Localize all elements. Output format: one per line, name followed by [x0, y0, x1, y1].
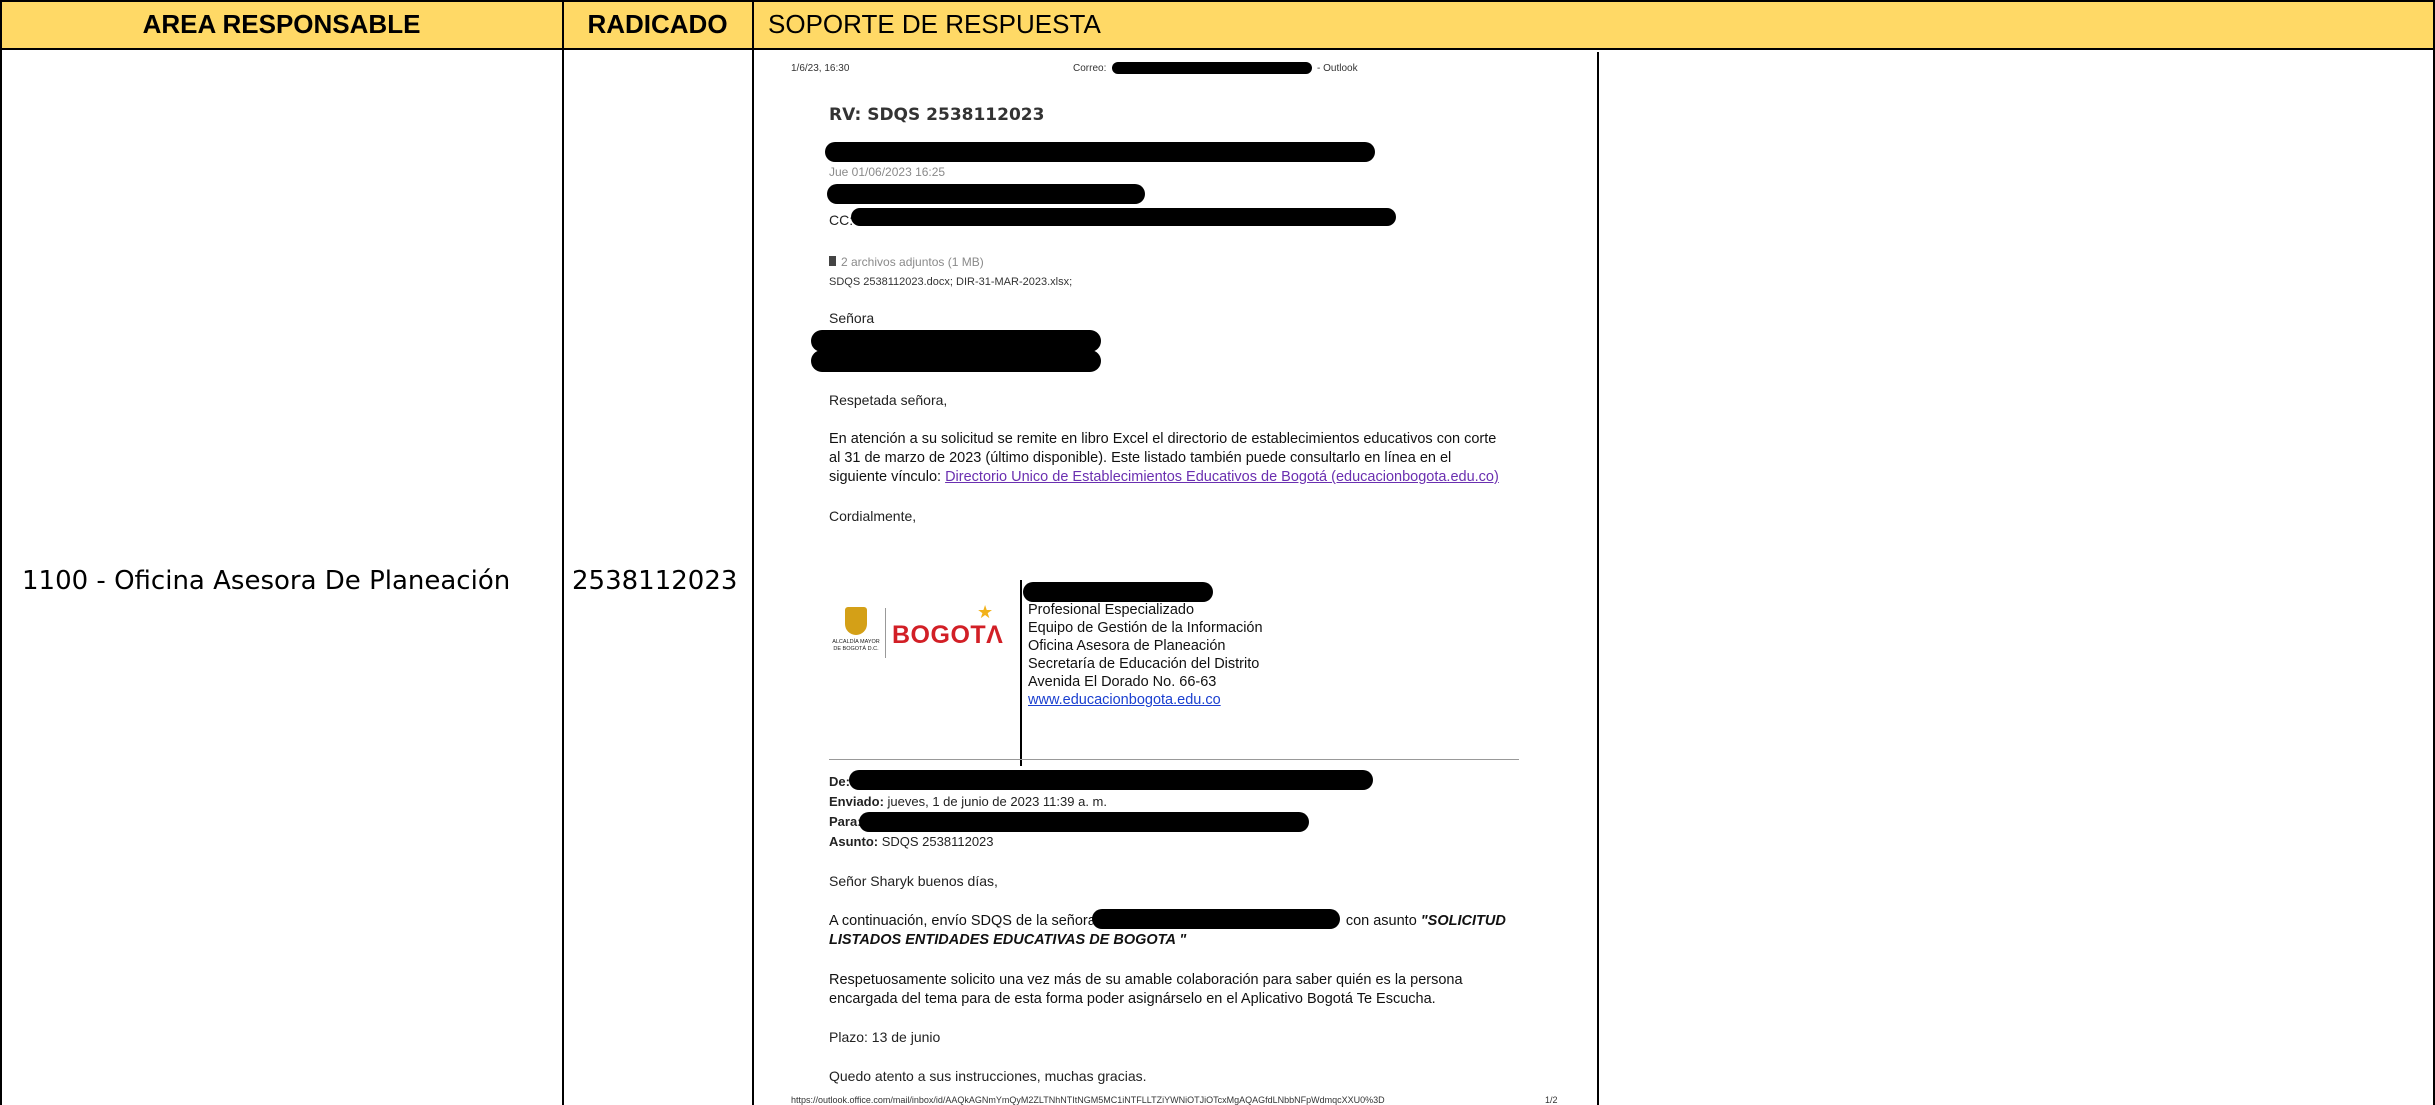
paperclip-icon: [829, 256, 836, 266]
email-subject: RV: SDQS 2538112023: [829, 105, 1045, 125]
grid-line-v1: [562, 0, 564, 1105]
fwd-p2-line1: Respetuosamente solicito una vez más de …: [829, 972, 1463, 988]
greeting: Respetada señora,: [829, 392, 948, 408]
header-soporte[interactable]: SOPORTE DE RESPUESTA: [752, 0, 2435, 50]
cc-label: CC:: [829, 212, 854, 228]
header-area-responsable[interactable]: AREA RESPONSABLE: [0, 0, 563, 50]
star-icon: ★: [977, 602, 994, 622]
redaction: [825, 142, 1375, 162]
response-document-image[interactable]: 1/6/23, 16:30 Correo: - Outlook RV: SDQS…: [755, 52, 1599, 1105]
redaction: [1112, 62, 1312, 74]
cell-radicado[interactable]: 2538112023: [572, 566, 737, 596]
correo-label: Correo:: [1073, 63, 1107, 74]
redaction: [859, 812, 1309, 832]
body-line-1: En atención a su solicitud se remite en …: [829, 431, 1497, 447]
outlook-label: - Outlook: [1317, 63, 1358, 74]
fwd-plazo: Plazo: 13 de junio: [829, 1029, 941, 1045]
grid-line-v2: [752, 0, 754, 1105]
fwd-asunto-value: SDQS 2538112023: [878, 834, 994, 849]
footer-page: 1/2: [1545, 1095, 1558, 1105]
fwd-asunto-label: Asunto:: [829, 834, 879, 849]
salutation: Señora: [829, 310, 875, 326]
spreadsheet: AREA RESPONSABLE RADICADO SOPORTE DE RES…: [0, 0, 2435, 1105]
fwd-greeting: Señor Sharyk buenos días,: [829, 873, 998, 889]
fwd-para: Para:: [829, 814, 862, 829]
sig-line-2: Equipo de Gestión de la Información: [1028, 620, 1263, 636]
print-date: 1/6/23, 16:30: [791, 63, 850, 74]
attachments-count: 2 archivos adjuntos (1 MB): [829, 255, 984, 269]
fwd-enviado-label: Enviado:: [829, 794, 884, 809]
body-line-3-prefix: siguiente vínculo:: [829, 469, 946, 485]
header-area-label: AREA RESPONSABLE: [142, 8, 421, 39]
alcaldia-logo-text: ALCALDÍA MAYOR DE BOGOTÁ D.C.: [832, 639, 880, 652]
directorio-link[interactable]: Directorio Unico de Establecimientos Edu…: [945, 469, 1499, 485]
fwd-closing: Quedo atento a sus instrucciones, muchas…: [829, 1068, 1147, 1084]
fwd-enviado: Enviado: jueves, 1 de junio de 2023 11:3…: [829, 794, 1107, 809]
sent-date: Jue 01/06/2023 16:25: [829, 165, 946, 179]
body-line-3: siguiente vínculo: Directorio Unico de E…: [829, 468, 1499, 487]
fwd-p1-quote1: "SOLICITUD: [1420, 913, 1506, 929]
fwd-p1-b: con asunto: [1345, 913, 1421, 929]
fwd-de: De:: [829, 774, 850, 789]
grid-line-top: [0, 0, 2435, 2]
redaction: [851, 208, 1396, 226]
redaction: [849, 770, 1373, 790]
divider: [829, 759, 1519, 760]
sig-website-link[interactable]: www.educacionbogota.edu.co: [1028, 691, 1221, 710]
body-line-2: al 31 de marzo de 2023 (último disponibl…: [829, 450, 1452, 466]
header-radicado[interactable]: RADICADO: [563, 0, 752, 50]
footer-url: https://outlook.office.com/mail/inbox/id…: [791, 1095, 1385, 1105]
shield-icon: [845, 607, 867, 635]
redaction: [1092, 909, 1340, 929]
sig-line-3: Oficina Asesora de Planeación: [1028, 638, 1226, 654]
cell-area[interactable]: 1100 - Oficina Asesora De Planeación: [22, 566, 510, 596]
attachments-count-text: 2 archivos adjuntos (1 MB): [841, 255, 984, 269]
attachments-names[interactable]: SDQS 2538112023.docx; DIR-31-MAR-2023.xl…: [829, 276, 1072, 288]
sig-line-5: Avenida El Dorado No. 66-63: [1028, 674, 1217, 690]
redaction: [827, 184, 1145, 204]
header-radicado-label: RADICADO: [587, 8, 728, 39]
grid-line-v0: [0, 0, 2, 1105]
redaction: [1023, 582, 1213, 602]
fwd-p1-a: A continuación, envío SDQS de la señora: [829, 913, 1096, 929]
fwd-p1-line2: LISTADOS ENTIDADES EDUCATIVAS DE BOGOTA …: [829, 931, 1186, 950]
signature-bar: [1020, 580, 1022, 766]
alcaldia-logo: ALCALDÍA MAYOR DE BOGOTÁ D.C.: [832, 607, 880, 662]
closing: Cordialmente,: [829, 508, 917, 524]
fwd-p2-line2: encargada del tema para de esta forma po…: [829, 991, 1436, 1007]
fwd-p1-quote2: LISTADOS ENTIDADES EDUCATIVAS DE BOGOTA …: [829, 932, 1187, 948]
redaction: [811, 350, 1101, 372]
fwd-asunto: Asunto: SDQS 2538112023: [829, 834, 994, 849]
header-soporte-label: SOPORTE DE RESPUESTA: [768, 8, 1101, 39]
sig-line-4: Secretaría de Educación del Distrito: [1028, 656, 1260, 672]
sig-line-1: Profesional Especializado: [1028, 602, 1195, 618]
redaction: [811, 330, 1101, 352]
logo-divider: [885, 608, 886, 658]
bogota-logo: BOGOTΛ: [892, 621, 1004, 649]
fwd-enviado-value: jueves, 1 de junio de 2023 11:39 a. m.: [883, 794, 1107, 809]
